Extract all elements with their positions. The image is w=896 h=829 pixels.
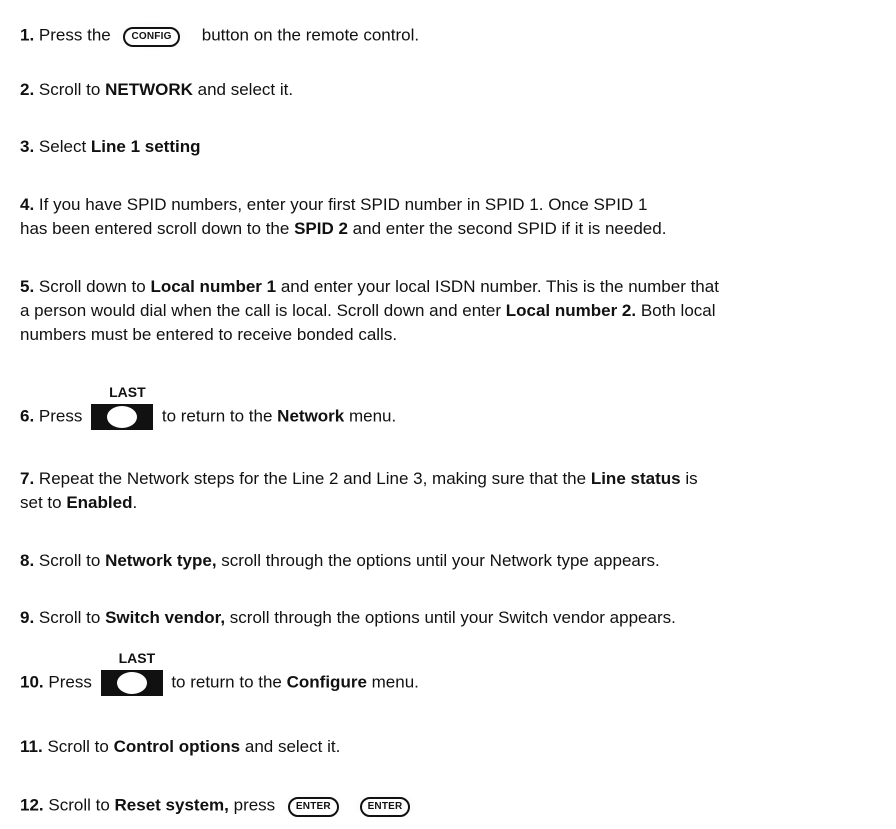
step-bold-text: Enabled	[66, 493, 133, 512]
step-text: Both local	[640, 301, 716, 320]
step-bold-text: Network type,	[105, 551, 217, 570]
step-number: 12.	[20, 795, 44, 815]
config-button-icon: CONFIG	[123, 26, 180, 47]
step-text: menu.	[348, 406, 397, 426]
last-button-image: LAST	[91, 384, 154, 430]
step-number: 3.	[20, 137, 35, 156]
step-bold-text: Local number 1	[150, 277, 277, 296]
step-bold-text: SPID 2	[294, 219, 348, 238]
step-bold-text: Local number 2.	[505, 301, 637, 320]
step-text: Scroll to	[38, 551, 101, 570]
step-bold-text: Configure	[286, 672, 367, 692]
step-8: 8. Scroll to Network type, scroll throug…	[20, 549, 892, 573]
step-bold-text: Network	[277, 406, 345, 426]
enter-button-image: ENTER	[279, 790, 347, 822]
step-text: Select	[38, 137, 87, 156]
step-bold-text: Line 1 setting	[90, 137, 201, 156]
step-text: scroll through the options until your Sw…	[229, 608, 676, 627]
step-3: 3. Select Line 1 setting	[20, 135, 892, 159]
step-number: 6.	[20, 406, 35, 426]
step-bold-text: NETWORK	[105, 80, 193, 99]
step-bold-text: Line status	[590, 469, 681, 488]
step-text: numbers must be entered to receive bonde…	[20, 325, 398, 344]
step-6: 6. Press LAST to return to the Network m…	[20, 384, 892, 430]
step-text: Press the	[38, 25, 111, 45]
enter-button-icon: ENTER	[359, 796, 411, 817]
step-text: Scroll to	[38, 80, 101, 99]
enter-button-icon: ENTER	[287, 796, 339, 817]
step-text: set to	[20, 493, 62, 512]
step-1: 1. Press the CONFIG button on the remote…	[20, 20, 892, 52]
step-bold-text: Reset system,	[114, 795, 229, 815]
step-5: 5. Scroll down to Local number 1 and ent…	[20, 275, 892, 347]
step-11: 11. Scroll to Control options and select…	[20, 735, 892, 759]
step-text: to return to the	[171, 672, 282, 692]
step-text: button on the remote control.	[201, 25, 420, 45]
config-button-image: CONFIG	[115, 20, 188, 52]
step-text: and enter the second SPID if it is neede…	[352, 219, 667, 238]
step-10: 10. Press LAST to return to the Configur…	[20, 650, 892, 696]
step-number: 1.	[20, 25, 35, 45]
step-text: to return to the	[161, 406, 273, 426]
step-9: 9. Scroll to Switch vendor, scroll throu…	[20, 606, 892, 630]
step-12: 12. Scroll to Reset system, press ENTER …	[20, 790, 892, 822]
last-button-label: LAST	[109, 384, 146, 400]
step-text: Scroll to	[48, 795, 110, 815]
last-button-label: LAST	[118, 650, 156, 666]
step-text: press	[233, 795, 276, 815]
step-text: and select it.	[244, 737, 341, 756]
step-text: a person would dial when the call is loc…	[20, 301, 501, 320]
last-button-icon	[100, 670, 163, 696]
step-text: scroll through the options until your Ne…	[221, 551, 660, 570]
step-2: 2. Scroll to NETWORK and select it.	[20, 78, 892, 102]
step-bold-text: Control options	[113, 737, 241, 756]
step-7: 7. Repeat the Network steps for the Line…	[20, 467, 892, 515]
step-number: 4.	[20, 195, 35, 214]
enter-button-image: ENTER	[351, 790, 419, 822]
last-button-icon	[91, 404, 154, 430]
step-number: 5.	[20, 277, 35, 296]
step-number: 2.	[20, 80, 35, 99]
step-4: 4. If you have SPID numbers, enter your …	[20, 193, 892, 241]
step-text: Repeat the Network steps for the Line 2 …	[38, 469, 587, 488]
step-text: has been entered scroll down to the	[20, 219, 290, 238]
step-number: 7.	[20, 469, 35, 488]
step-text: Scroll down to	[38, 277, 146, 296]
step-text: and enter your local ISDN number. This i…	[280, 277, 719, 296]
last-button-image: LAST	[100, 650, 163, 696]
step-text: is	[685, 469, 698, 488]
step-number: 8.	[20, 551, 35, 570]
step-text: .	[132, 493, 138, 512]
step-text: If you have SPID numbers, enter your fir…	[38, 195, 648, 214]
step-bold-text: Switch vendor,	[105, 608, 226, 627]
step-text: Scroll to	[47, 737, 109, 756]
step-number: 10.	[20, 672, 44, 692]
step-text: and select it.	[197, 80, 294, 99]
step-number: 9.	[20, 608, 35, 627]
step-number: 11.	[20, 737, 43, 756]
step-text: Press	[48, 672, 92, 692]
step-text: Scroll to	[38, 608, 101, 627]
step-text: menu.	[371, 672, 419, 692]
step-text: Press	[38, 406, 83, 426]
